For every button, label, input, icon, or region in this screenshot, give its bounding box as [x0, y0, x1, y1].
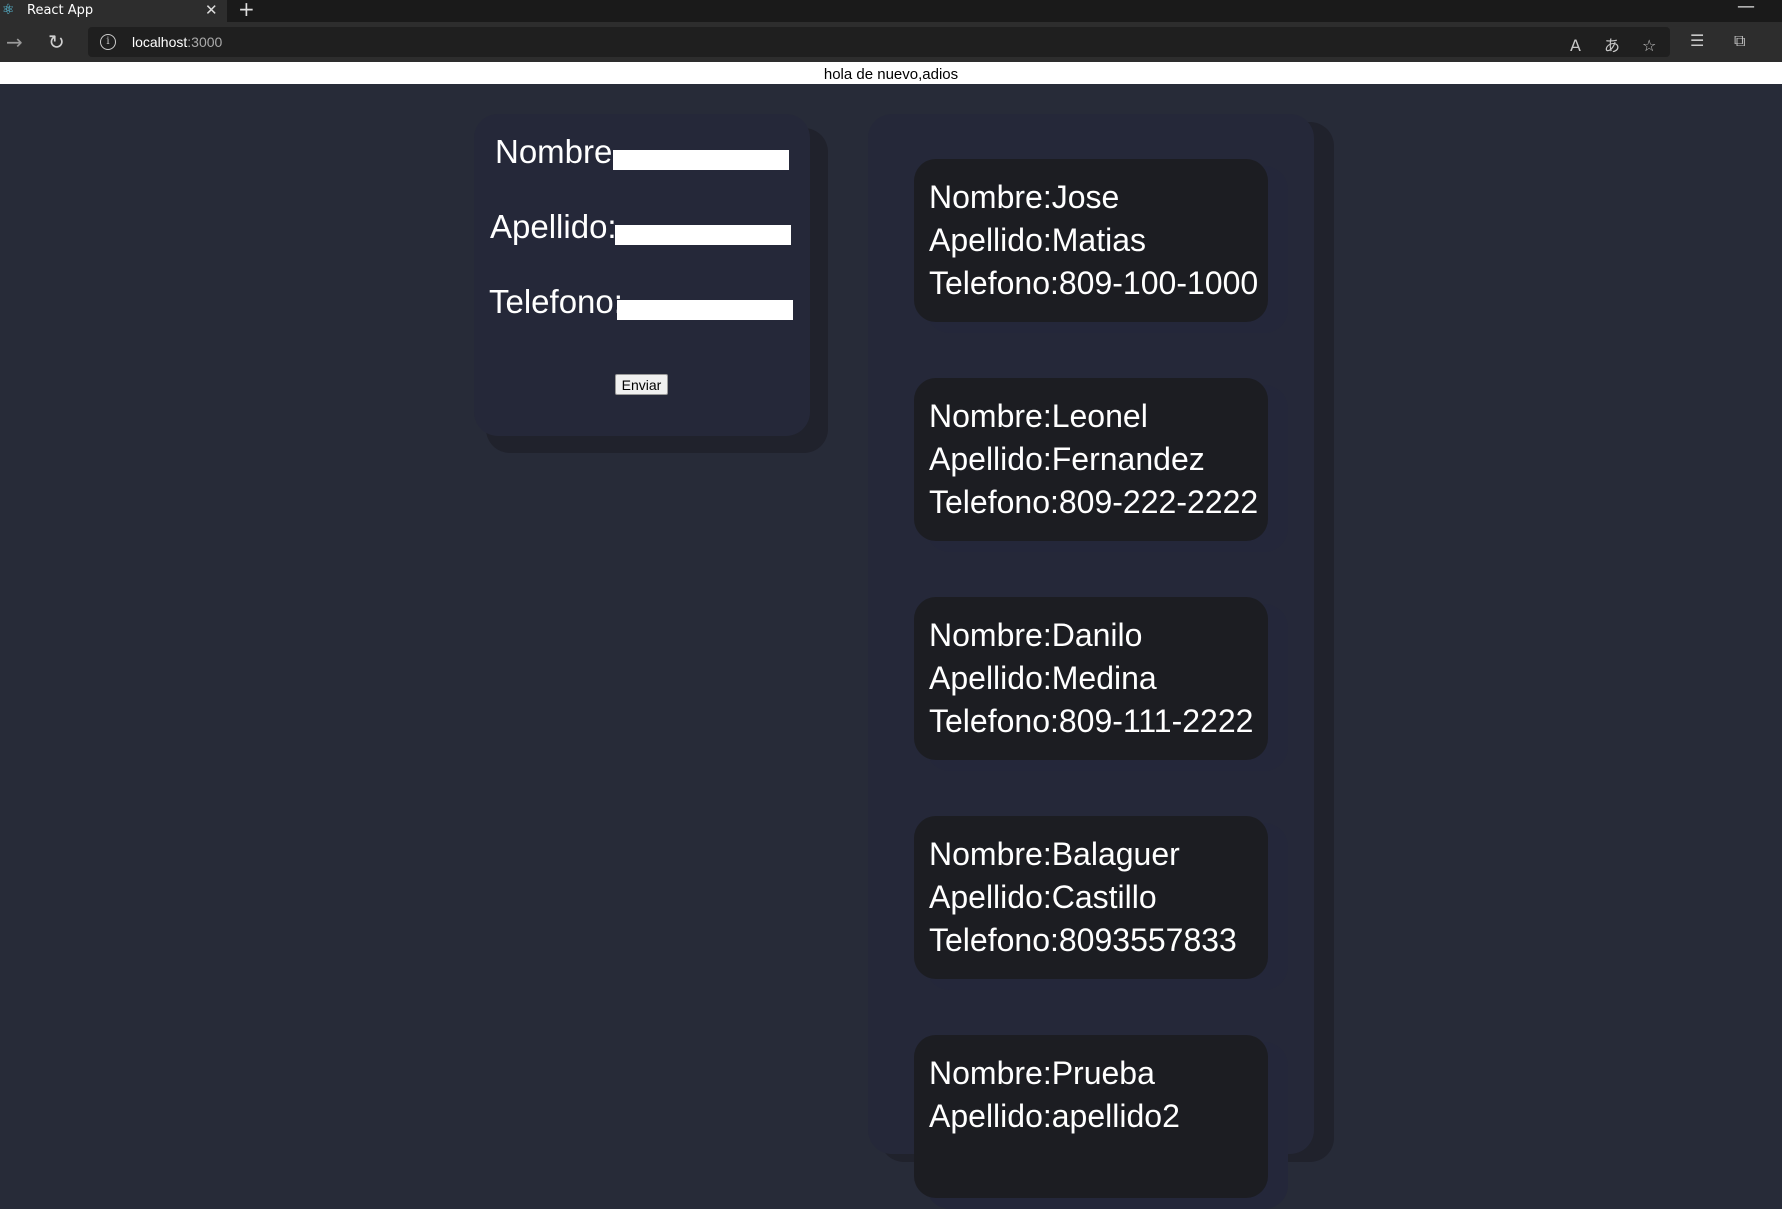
- contact-nombre: Nombre:Balaguer: [929, 836, 1180, 872]
- page-header: hola de nuevo,adios: [0, 62, 1782, 84]
- add-favorite-icon[interactable]: ☆: [1642, 35, 1656, 57]
- read-aloud-icon[interactable]: A: [1570, 35, 1581, 57]
- contact-nombre: Nombre:Leonel: [929, 398, 1148, 434]
- react-logo-icon: ⚛: [2, 2, 15, 18]
- nombre-input[interactable]: [613, 150, 789, 170]
- favorites-icon[interactable]: ☰: [1690, 30, 1704, 52]
- close-tab-icon[interactable]: ✕: [205, 2, 218, 18]
- contact-apellido: Apellido:Matias: [929, 222, 1146, 258]
- contact-apellido: Apellido:Medina: [929, 660, 1157, 696]
- apellido-label: Apellido:: [490, 208, 617, 245]
- telefono-input[interactable]: [617, 300, 793, 320]
- tab-title: React App: [27, 3, 94, 18]
- contact-apellido: Apellido:Fernandez: [929, 441, 1205, 477]
- nombre-label: Nombre: [495, 133, 613, 170]
- contact-card: Nombre:Prueba Apellido:apellido2: [914, 1035, 1268, 1198]
- contact-card: Nombre:Leonel Apellido:Fernandez Telefon…: [914, 378, 1268, 541]
- url-text: localhost:3000: [132, 34, 223, 50]
- reload-icon[interactable]: ↻: [48, 30, 65, 54]
- browser-tab-bar: ⚛ React App ✕ + —: [0, 0, 1782, 22]
- site-info-icon[interactable]: i: [100, 34, 116, 50]
- collections-icon[interactable]: ⧉: [1734, 30, 1745, 52]
- minimize-window-icon[interactable]: —: [1737, 0, 1755, 17]
- contact-card: Nombre:Danilo Apellido:Medina Telefono:8…: [914, 597, 1268, 760]
- browser-toolbar: → ↻ i localhost:3000 A あ ☆ ☰ ⧉: [0, 22, 1782, 62]
- address-bar[interactable]: i localhost:3000 A あ ☆: [88, 27, 1670, 57]
- telefono-label: Telefono:: [489, 283, 623, 320]
- apellido-input[interactable]: [615, 225, 791, 245]
- contact-telefono: Telefono:809-100-1000: [929, 265, 1259, 301]
- contact-telefono: Telefono:809-222-2222: [929, 484, 1259, 520]
- contact-apellido: Apellido:apellido2: [929, 1098, 1180, 1134]
- contact-nombre: Nombre:Jose: [929, 179, 1120, 215]
- contact-nombre: Nombre:Danilo: [929, 617, 1143, 653]
- browser-tab[interactable]: ⚛ React App ✕: [0, 0, 227, 22]
- contact-card: Nombre:Jose Apellido:Matias Telefono:809…: [914, 159, 1268, 322]
- contact-telefono: Telefono:8093557833: [929, 922, 1237, 958]
- forward-icon[interactable]: →: [6, 30, 23, 54]
- new-tab-icon[interactable]: +: [238, 0, 255, 19]
- contact-card: Nombre:Balaguer Apellido:Castillo Telefo…: [914, 816, 1268, 979]
- translate-icon[interactable]: あ: [1604, 35, 1620, 57]
- enviar-button[interactable]: Enviar: [615, 374, 668, 395]
- contact-nombre: Nombre:Prueba: [929, 1055, 1155, 1091]
- contact-apellido: Apellido:Castillo: [929, 879, 1157, 915]
- contact-telefono: Telefono:809-111-2222: [929, 703, 1254, 739]
